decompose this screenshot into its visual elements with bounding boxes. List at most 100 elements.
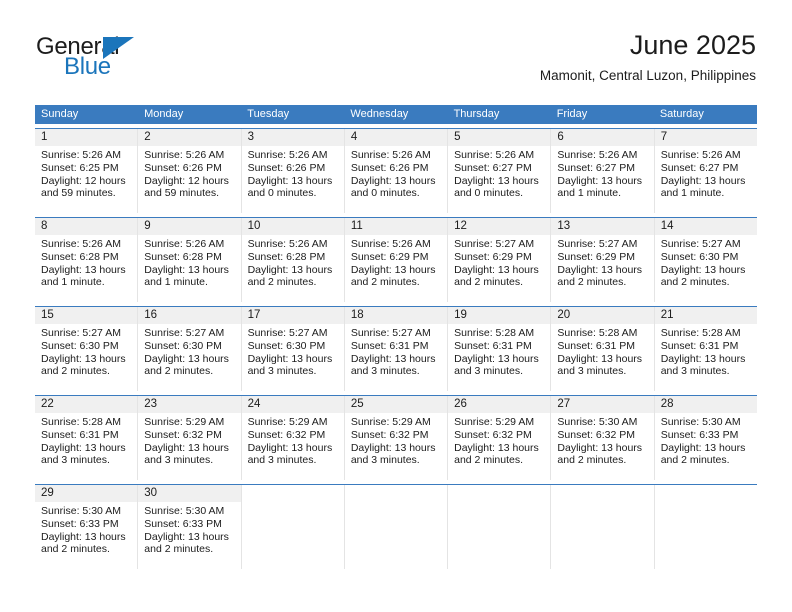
daylight-text-line2: and 0 minutes. bbox=[454, 187, 524, 200]
calendar-day-cell[interactable]: 7 Sunrise: 5:26 AM Sunset: 6:27 PM Daylight… bbox=[654, 129, 757, 213]
daylight-text-line2: and 3 minutes. bbox=[41, 454, 110, 467]
calendar-day-cell[interactable]: 8 Sunrise: 5:26 AM Sunset: 6:28 PM Daylight… bbox=[35, 218, 139, 302]
calendar-day-cell[interactable]: 18 Sunrise: 5:27 AM Sunset: 6:31 PM Dayligh… bbox=[344, 307, 449, 391]
calendar-day-cell[interactable]: 28 Sunrise: 5:30 AM Sunset: 6:33 PM Dayligh… bbox=[654, 396, 757, 480]
day-number: 19 bbox=[448, 307, 551, 324]
day-details: Sunrise: 5:30 AM Sunset: 6:32 PM Daylight:… bbox=[551, 413, 653, 467]
day-number: 23 bbox=[138, 396, 241, 413]
calendar-day-cell-empty bbox=[241, 485, 345, 569]
calendar-day-cell[interactable]: 13 Sunrise: 5:27 AM Sunset: 6:29 PM Dayligh… bbox=[551, 218, 655, 302]
calendar-day-cell[interactable]: 12 Sunrise: 5:27 AM Sunset: 6:29 PM Dayligh… bbox=[448, 218, 552, 302]
calendar-day-cell[interactable]: 26 Sunrise: 5:29 AM Sunset: 6:32 PM Dayligh… bbox=[448, 396, 552, 480]
calendar-day-cell[interactable]: 14 Sunrise: 5:27 AM Sunset: 6:30 PM Dayligh… bbox=[654, 218, 757, 302]
calendar-day-cell[interactable]: 2 Sunrise: 5:26 AM Sunset: 6:26 PM Daylight… bbox=[138, 129, 242, 213]
daylight-text-line1: Daylight: 13 hours bbox=[41, 352, 126, 365]
daylight-text-line2: and 3 minutes. bbox=[247, 365, 317, 378]
day-details: Sunrise: 5:27 AM Sunset: 6:29 PM Daylight:… bbox=[448, 235, 550, 289]
sunset-text: Sunset: 6:31 PM bbox=[454, 339, 532, 352]
daylight-text-line1: Daylight: 13 hours bbox=[557, 441, 643, 454]
sunset-text: Sunset: 6:32 PM bbox=[247, 428, 326, 441]
calendar-day-cell[interactable]: 22 Sunrise: 5:28 AM Sunset: 6:31 PM Dayligh… bbox=[35, 396, 139, 480]
daylight-text-line2: and 2 minutes. bbox=[41, 365, 110, 378]
day-number: 1 bbox=[35, 129, 138, 146]
calendar-day-cell[interactable]: 11 Sunrise: 5:26 AM Sunset: 6:29 PM Dayligh… bbox=[344, 218, 449, 302]
day-number: 15 bbox=[35, 307, 138, 324]
calendar-day-cell[interactable]: 24 Sunrise: 5:29 AM Sunset: 6:32 PM Dayligh… bbox=[241, 396, 345, 480]
calendar-day-cell[interactable]: 27 Sunrise: 5:30 AM Sunset: 6:32 PM Dayligh… bbox=[551, 396, 655, 480]
sunset-text: Sunset: 6:27 PM bbox=[454, 161, 532, 174]
calendar-week-row: 15 Sunrise: 5:27 AM Sunset: 6:30 PM Dayligh… bbox=[35, 306, 757, 391]
sunset-text: Sunset: 6:33 PM bbox=[660, 428, 739, 441]
calendar-day-cell[interactable]: 29 Sunrise: 5:30 AM Sunset: 6:33 PM Dayligh… bbox=[35, 485, 139, 569]
day-details: Sunrise: 5:29 AM Sunset: 6:32 PM Daylight:… bbox=[448, 413, 550, 467]
day-number: 24 bbox=[241, 396, 344, 413]
sunrise-text: Sunrise: 5:26 AM bbox=[557, 149, 638, 161]
daylight-text-line2: and 1 minute. bbox=[144, 276, 208, 289]
calendar-day-cell[interactable]: 19 Sunrise: 5:28 AM Sunset: 6:31 PM Dayligh… bbox=[448, 307, 552, 391]
day-number: 13 bbox=[551, 218, 654, 235]
day-details: Sunrise: 5:26 AM Sunset: 6:28 PM Daylight:… bbox=[138, 235, 240, 289]
calendar-day-cell[interactable]: 4 Sunrise: 5:26 AM Sunset: 6:26 PM Daylight… bbox=[344, 129, 449, 213]
calendar-day-cell[interactable]: 6 Sunrise: 5:26 AM Sunset: 6:27 PM Daylight… bbox=[551, 129, 655, 213]
sunset-text: Sunset: 6:25 PM bbox=[41, 161, 119, 174]
calendar-day-cell[interactable]: 3 Sunrise: 5:26 AM Sunset: 6:26 PM Daylight… bbox=[241, 129, 345, 213]
daylight-text-line1: Daylight: 13 hours bbox=[247, 441, 333, 454]
day-number: 18 bbox=[344, 307, 448, 324]
daylight-text-line2: and 3 minutes. bbox=[454, 365, 524, 378]
day-details: Sunrise: 5:26 AM Sunset: 6:27 PM Daylight:… bbox=[655, 146, 757, 200]
daylight-text-line2: and 2 minutes. bbox=[350, 276, 420, 289]
calendar-day-cell[interactable]: 10 Sunrise: 5:26 AM Sunset: 6:28 PM Dayligh… bbox=[241, 218, 345, 302]
day-number bbox=[551, 485, 654, 502]
sunrise-text: Sunrise: 5:26 AM bbox=[660, 149, 741, 161]
sunset-text: Sunset: 6:31 PM bbox=[660, 339, 739, 352]
day-number: 11 bbox=[344, 218, 448, 235]
day-number: 6 bbox=[551, 129, 654, 146]
day-number: 25 bbox=[344, 396, 448, 413]
day-details: Sunrise: 5:30 AM Sunset: 6:33 PM Daylight:… bbox=[35, 502, 137, 556]
day-details: Sunrise: 5:29 AM Sunset: 6:32 PM Daylight:… bbox=[345, 413, 447, 467]
sunrise-text: Sunrise: 5:26 AM bbox=[41, 149, 121, 161]
sunset-text: Sunset: 6:28 PM bbox=[41, 250, 119, 263]
calendar-weeks: 1 Sunrise: 5:26 AM Sunset: 6:25 PM Daylight… bbox=[35, 128, 757, 569]
calendar-day-cell[interactable]: 16 Sunrise: 5:27 AM Sunset: 6:30 PM Dayligh… bbox=[138, 307, 242, 391]
daylight-text-line2: and 59 minutes. bbox=[144, 187, 219, 200]
day-of-week-saturday: Saturday bbox=[659, 108, 704, 120]
sunset-text: Sunset: 6:31 PM bbox=[41, 428, 119, 441]
sunset-text: Sunset: 6:29 PM bbox=[557, 250, 636, 263]
sunrise-text: Sunrise: 5:29 AM bbox=[454, 416, 535, 428]
sunset-text: Sunset: 6:30 PM bbox=[41, 339, 119, 352]
sunset-text: Sunset: 6:32 PM bbox=[144, 428, 222, 441]
day-number bbox=[241, 485, 344, 502]
calendar-day-cell[interactable]: 17 Sunrise: 5:27 AM Sunset: 6:30 PM Dayligh… bbox=[241, 307, 345, 391]
sunset-text: Sunset: 6:26 PM bbox=[350, 161, 429, 174]
day-number: 28 bbox=[654, 396, 757, 413]
daylight-text-line2: and 3 minutes. bbox=[350, 454, 420, 467]
calendar-week-row: 1 Sunrise: 5:26 AM Sunset: 6:25 PM Daylight… bbox=[35, 128, 757, 213]
day-number: 16 bbox=[138, 307, 241, 324]
day-number bbox=[344, 485, 448, 502]
sunrise-text: Sunrise: 5:30 AM bbox=[660, 416, 741, 428]
daylight-text-line1: Daylight: 13 hours bbox=[557, 263, 643, 276]
day-of-week-friday: Friday bbox=[556, 108, 588, 120]
calendar-day-cell[interactable]: 30 Sunrise: 5:30 AM Sunset: 6:33 PM Dayligh… bbox=[138, 485, 242, 569]
daylight-text-line1: Daylight: 13 hours bbox=[350, 441, 436, 454]
calendar-day-cell[interactable]: 1 Sunrise: 5:26 AM Sunset: 6:25 PM Daylight… bbox=[35, 129, 139, 213]
calendar-day-cell[interactable]: 23 Sunrise: 5:29 AM Sunset: 6:32 PM Dayligh… bbox=[138, 396, 242, 480]
calendar-day-cell[interactable]: 15 Sunrise: 5:27 AM Sunset: 6:30 PM Dayligh… bbox=[35, 307, 139, 391]
sunrise-text: Sunrise: 5:27 AM bbox=[557, 238, 638, 250]
calendar-day-cell[interactable]: 21 Sunrise: 5:28 AM Sunset: 6:31 PM Dayligh… bbox=[654, 307, 757, 391]
day-details: Sunrise: 5:29 AM Sunset: 6:32 PM Daylight:… bbox=[242, 413, 344, 467]
calendar-day-cell[interactable]: 5 Sunrise: 5:26 AM Sunset: 6:27 PM Daylight… bbox=[448, 129, 552, 213]
sunrise-text: Sunrise: 5:27 AM bbox=[660, 238, 741, 250]
sunrise-text: Sunrise: 5:30 AM bbox=[557, 416, 638, 428]
calendar-day-cell[interactable]: 20 Sunrise: 5:28 AM Sunset: 6:31 PM Dayligh… bbox=[551, 307, 655, 391]
day-of-week-sunday: Sunday bbox=[41, 108, 79, 120]
sunrise-text: Sunrise: 5:26 AM bbox=[41, 238, 121, 250]
daylight-text-line2: and 2 minutes. bbox=[557, 454, 627, 467]
calendar-day-cell[interactable]: 9 Sunrise: 5:26 AM Sunset: 6:28 PM Daylight… bbox=[138, 218, 242, 302]
general-blue-logo[interactable]: General Blue bbox=[36, 33, 226, 85]
sunrise-text: Sunrise: 5:27 AM bbox=[454, 238, 535, 250]
sunrise-text: Sunrise: 5:27 AM bbox=[41, 327, 121, 339]
calendar-day-cell[interactable]: 25 Sunrise: 5:29 AM Sunset: 6:32 PM Dayligh… bbox=[344, 396, 449, 480]
sunrise-text: Sunrise: 5:29 AM bbox=[350, 416, 431, 428]
